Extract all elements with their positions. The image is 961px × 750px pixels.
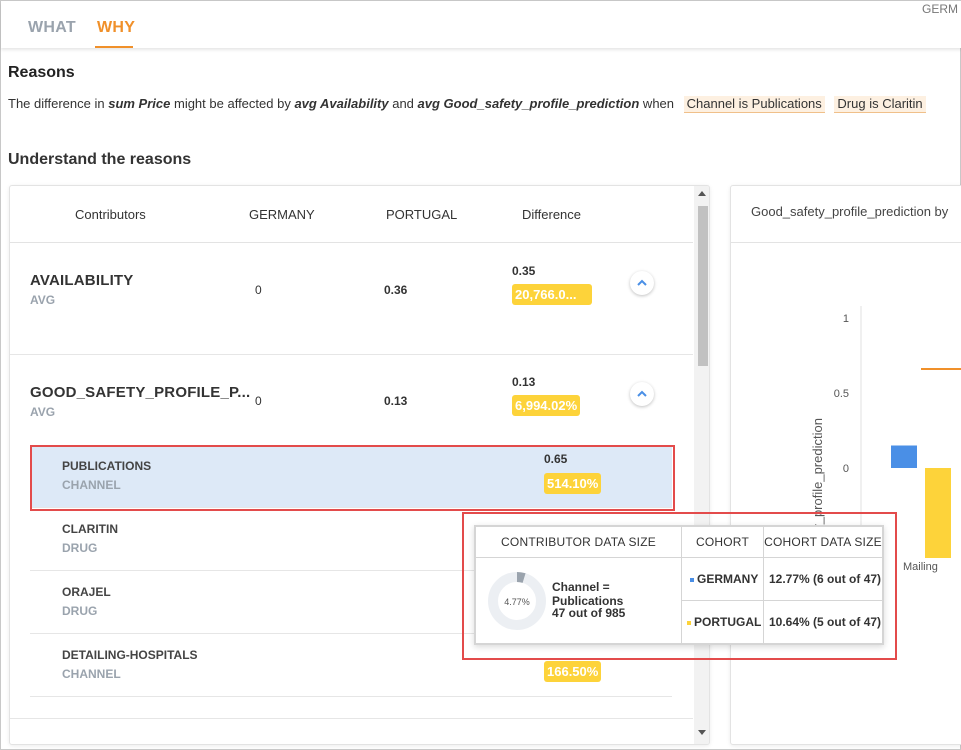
- chart-header-divider: [731, 242, 961, 243]
- scroll-down-arrow-icon[interactable]: [698, 730, 706, 735]
- reasons-measure: sum Price: [108, 96, 171, 111]
- reasons-sentence: The difference in sum Price might be aff…: [8, 96, 961, 113]
- metric-difference-badge: 20,766.0...: [512, 284, 592, 305]
- sub-row-name: ORAJEL: [62, 585, 111, 599]
- reasons-factor-2: avg Good_safety_profile_prediction: [417, 96, 640, 111]
- scroll-thumb[interactable]: [698, 206, 708, 366]
- condition-chip-channel[interactable]: Channel is Publications: [683, 96, 825, 113]
- reasons-title: Reasons: [8, 64, 75, 81]
- metric-germany-value: 0: [255, 283, 262, 297]
- vertical-scrollbar[interactable]: [694, 186, 709, 744]
- metric-difference-value: 0.35: [512, 264, 536, 278]
- chart-panel: Good_safety_profile_prediction by Good_s…: [730, 185, 961, 745]
- header-portugal: PORTUGAL: [386, 207, 458, 222]
- condition-chip-drug[interactable]: Drug is Claritin: [834, 96, 926, 113]
- callout-selected-row: [30, 445, 675, 511]
- metric-difference-value: 0.13: [512, 375, 536, 389]
- tab-why[interactable]: WHY: [97, 19, 135, 37]
- metric-difference-badge: 6,994.02%: [512, 395, 581, 416]
- metric-germany-value: 0: [255, 394, 262, 408]
- top-tab-bar: WHAT WHY GERM: [1, 1, 961, 48]
- metric-portugal-value: 0.36: [384, 283, 408, 297]
- scroll-up-arrow-icon[interactable]: [698, 191, 706, 196]
- reasons-factor-1: avg Availability: [294, 96, 389, 111]
- metric-name: AVAILABILITY: [30, 272, 134, 289]
- reasons-text-2: might be affected by: [170, 96, 295, 111]
- reasons-text-1: The difference in: [8, 96, 109, 111]
- chevron-up-icon: [637, 279, 647, 286]
- row-divider: [10, 354, 693, 355]
- sub-row-type: CHANNEL: [62, 667, 121, 681]
- sub-row-name: CLARITIN: [62, 522, 118, 536]
- header-contributors: Contributors: [75, 207, 146, 222]
- reasons-text-3: and: [388, 96, 418, 111]
- understand-reasons-title: Understand the reasons: [8, 151, 192, 168]
- chart-title: Good_safety_profile_prediction by: [751, 204, 949, 219]
- bar-chart: Good_safety_profile_prediction 10.50 Mai…: [810, 306, 961, 598]
- collapse-button[interactable]: [630, 382, 654, 406]
- metric-aggregation: AVG: [30, 405, 56, 419]
- metric-aggregation: AVG: [30, 293, 56, 307]
- row-divider: [30, 696, 672, 697]
- callout-tooltip: [462, 512, 897, 660]
- metric-name: GOOD_SAFETY_PROFILE_P...: [30, 384, 251, 401]
- header-divider: [10, 242, 693, 243]
- header-difference: Difference: [522, 207, 582, 222]
- corner-filter-label: GERM: [922, 2, 958, 16]
- row-divider: [10, 718, 693, 719]
- tab-what[interactable]: WHAT: [28, 19, 76, 37]
- metric-portugal-value: 0.13: [384, 394, 408, 408]
- chart-category-label: Mailing: [903, 561, 938, 573]
- sub-row-difference-badge: 166.50%: [544, 661, 602, 682]
- chart-y-tick-label: 0: [843, 463, 849, 475]
- collapse-button[interactable]: [630, 271, 654, 295]
- sub-row-type: DRUG: [62, 541, 98, 555]
- active-tab-indicator: [95, 46, 133, 48]
- chart-bar-germany[interactable]: [891, 445, 917, 469]
- chart-y-tick-label: 0.5: [834, 388, 849, 400]
- chart-bar-portugal[interactable]: [925, 468, 951, 558]
- header-germany: GERMANY: [249, 207, 315, 222]
- chart-y-tick-label: 1: [843, 313, 849, 325]
- sub-row-type: DRUG: [62, 604, 98, 618]
- sub-row-name: DETAILING-HOSPITALS: [62, 648, 198, 662]
- reasons-text-4: when: [639, 96, 675, 111]
- chevron-up-icon: [637, 390, 647, 397]
